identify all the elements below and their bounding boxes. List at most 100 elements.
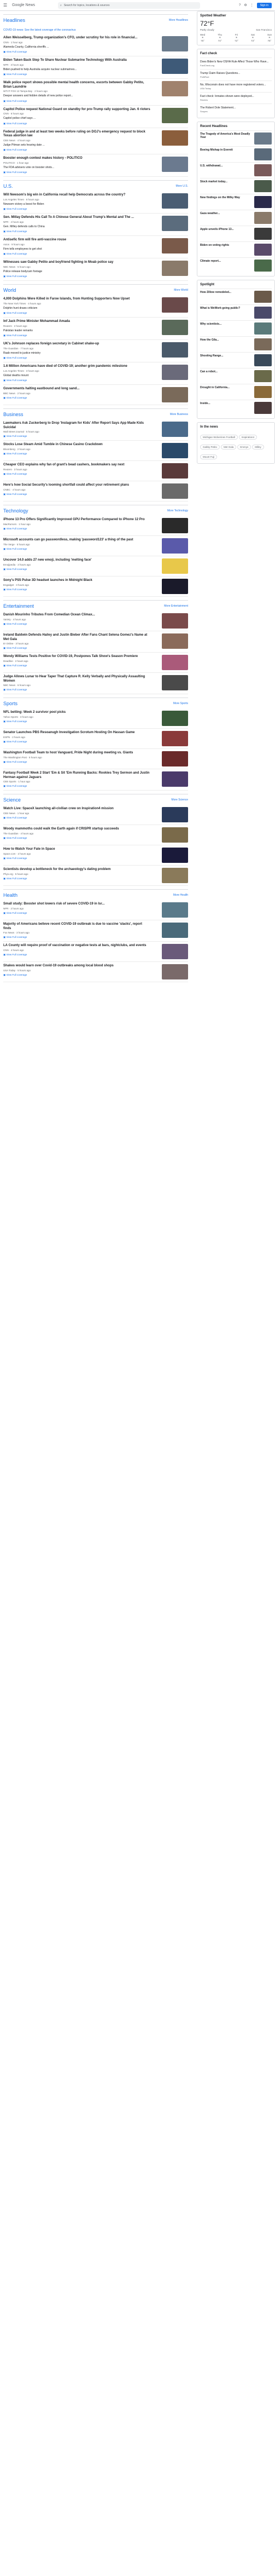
- spotlight-item[interactable]: Why scientists...: [200, 320, 272, 336]
- article-thumbnail[interactable]: [162, 613, 188, 629]
- side-thumbnail[interactable]: [254, 132, 272, 145]
- article[interactable]: Majority of Americans believe recent COV…: [3, 923, 188, 939]
- recent-headlines-item[interactable]: Apple unveils iPhone 13...: [200, 226, 272, 241]
- related-article[interactable]: Dolphin hunt draws criticism: [3, 307, 151, 310]
- article-thumbnail[interactable]: [162, 711, 188, 726]
- spotlight-item[interactable]: Can a robot...: [200, 368, 272, 384]
- related-article[interactable]: Raab moved to justice ministry: [3, 351, 151, 355]
- article-thumbnail[interactable]: [162, 807, 188, 822]
- full-coverage-link[interactable]: ▣ View Full coverage: [3, 760, 151, 764]
- related-article[interactable]: Biden pushed to help Australia acquire n…: [3, 68, 151, 72]
- fact-headline[interactable]: The Robert Dole Statement...: [200, 106, 272, 110]
- full-coverage-link[interactable]: ▣ View Full coverage: [3, 837, 151, 840]
- article[interactable]: Biden Taken Back Step To Share Nuclear S…: [3, 59, 188, 76]
- side-thumbnail[interactable]: [254, 244, 272, 256]
- related-article[interactable]: The FDA advisers vote on booster shots..…: [3, 166, 151, 170]
- article-thumbnail[interactable]: [162, 558, 188, 574]
- article-thumbnail[interactable]: [162, 633, 188, 649]
- fact-check-item[interactable]: Does Biden's New OSHA Rule Affect Those …: [200, 57, 272, 69]
- topic-chip[interactable]: Inspiration4: [238, 435, 257, 440]
- article-headline[interactable]: Fantasy Football Week 2 Start 'Em & Sit …: [3, 771, 151, 780]
- more-link[interactable]: More Science: [171, 798, 188, 802]
- side-thumbnail[interactable]: [254, 338, 272, 350]
- side-headline[interactable]: Apple unveils iPhone 13...: [200, 228, 252, 240]
- full-coverage-link[interactable]: ▣ View Full coverage: [3, 356, 151, 360]
- related-article[interactable]: Pakistan leader remarks: [3, 329, 151, 333]
- section-title[interactable]: Sports: [3, 701, 17, 706]
- article-headline[interactable]: LA County will require proof of vaccinat…: [3, 944, 151, 948]
- recent-headlines-item[interactable]: Stock market today...: [200, 178, 272, 194]
- article[interactable]: Ireland Baldwin Defends Hailey and Justi…: [3, 633, 188, 650]
- section-title[interactable]: Headlines: [3, 18, 25, 23]
- side-thumbnail[interactable]: [254, 148, 272, 160]
- article[interactable]: 4,000 Dolphins Were Killed in Faroe Isla…: [3, 297, 188, 315]
- related-article[interactable]: Global deaths mount: [3, 374, 151, 378]
- more-link[interactable]: More U.S.: [175, 185, 188, 188]
- article-headline[interactable]: Shakes would learn over Covid-19 outbrea…: [3, 964, 151, 969]
- side-thumbnail[interactable]: [254, 228, 272, 240]
- article-headline[interactable]: NFL betting: Week 2 survivor pool picks: [3, 711, 151, 715]
- spotlight-item[interactable]: How Zillow remodeled...: [200, 289, 272, 304]
- full-coverage-link[interactable]: ▣ View Full coverage: [3, 275, 151, 278]
- full-coverage-link[interactable]: ▣ View Full coverage: [3, 73, 151, 76]
- article[interactable]: Stocks Lose Steam Amid Tumble in Chinese…: [3, 443, 188, 458]
- related-article[interactable]: Newsom victory a boost for Biden: [3, 203, 151, 206]
- full-coverage-link[interactable]: ▣ View Full coverage: [3, 857, 151, 860]
- article-headline[interactable]: Inf Jack Prime Minister Mohammad Amada: [3, 320, 151, 324]
- spotlight-item[interactable]: Shooting Range...: [200, 352, 272, 368]
- topic-chip[interactable]: Gabby Petito: [200, 445, 220, 449]
- article-headline[interactable]: Washington Football Team to host Vanguar…: [3, 751, 151, 756]
- fact-headline[interactable]: Trump Claim Raises Questions...: [200, 72, 272, 75]
- topic-chip[interactable]: Michigan Wolverines Football: [200, 435, 238, 440]
- article-thumbnail[interactable]: [162, 107, 188, 123]
- article[interactable]: Will Newsom's big win in California reca…: [3, 193, 188, 211]
- fact-headline[interactable]: Fact check: Inmates shown were deployed.…: [200, 95, 272, 98]
- full-coverage-link[interactable]: ▣ View Full coverage: [3, 953, 151, 956]
- article-thumbnail[interactable]: [162, 422, 188, 437]
- more-link[interactable]: More World: [174, 289, 188, 292]
- full-coverage-link[interactable]: ▣ View Full coverage: [3, 647, 151, 650]
- article[interactable]: How to Watch Your Fate in Space Space.com…: [3, 848, 188, 863]
- recent-headlines-item[interactable]: Gaza weather...: [200, 210, 272, 226]
- article-thumbnail[interactable]: [162, 538, 188, 554]
- article-headline[interactable]: Sen. Mitlay Defends His Call To A Chines…: [3, 216, 151, 220]
- article[interactable]: Antisefic firm will fire anti-vaccine ro…: [3, 238, 188, 256]
- side-headline[interactable]: Boeing Mishap in Everett: [200, 148, 252, 160]
- full-coverage-link[interactable]: ▣ View Full coverage: [3, 816, 151, 820]
- article-thumbnail[interactable]: [162, 902, 188, 918]
- section-title[interactable]: Health: [3, 892, 17, 898]
- related-article[interactable]: Alameda County, California sheriffs ...: [3, 45, 151, 49]
- fact-check-item[interactable]: No, Wisconsin does not have more registe…: [200, 80, 272, 92]
- article-headline[interactable]: Ireland Baldwin Defends Hailey and Justi…: [3, 633, 151, 642]
- fact-headline[interactable]: No, Wisconsin does not have more registe…: [200, 83, 272, 87]
- article[interactable]: Small study: Booster shot lowers risk of…: [3, 902, 188, 918]
- article-headline[interactable]: Governments halting eastbound and long s…: [3, 387, 151, 391]
- google-news-logo[interactable]: Google News: [12, 3, 47, 7]
- side-headline[interactable]: U.S. withdrawal...: [200, 164, 252, 176]
- side-thumbnail[interactable]: [254, 354, 272, 366]
- article-thumbnail[interactable]: [162, 157, 188, 172]
- topic-chip[interactable]: Mount Fuji: [200, 454, 218, 459]
- article[interactable]: Fantasy Football Week 2 Start 'Em & Sit …: [3, 771, 188, 788]
- article-headline[interactable]: Cheaper CEO explains why fan of grant's …: [3, 463, 151, 468]
- side-headline[interactable]: Drought in California...: [200, 386, 252, 398]
- section-title[interactable]: Technology: [3, 508, 28, 514]
- article[interactable]: NFL betting: Week 2 survivor pool picks Y…: [3, 711, 188, 726]
- article-headline[interactable]: 4,000 Dolphins Were Killed in Faroe Isla…: [3, 297, 151, 302]
- article-thumbnail[interactable]: [162, 964, 188, 979]
- article[interactable]: Sony's PS5 Pulse 3D headset launches in …: [3, 579, 188, 594]
- article-headline[interactable]: How to Watch Your Fate in Space: [3, 848, 151, 852]
- article-thumbnail[interactable]: [162, 827, 188, 843]
- recent-headlines-item[interactable]: Biden on voting rights: [200, 241, 272, 257]
- article-headline[interactable]: Danish Mourinho Tributes From Comedian O…: [3, 613, 151, 618]
- side-headline[interactable]: How the Gila...: [200, 338, 252, 350]
- full-coverage-link[interactable]: ▣ View Full coverage: [3, 527, 151, 531]
- article-thumbnail[interactable]: [162, 443, 188, 458]
- full-coverage-link[interactable]: ▣ View Full coverage: [3, 740, 151, 744]
- article[interactable]: Here's how Social Security's looming sho…: [3, 483, 188, 499]
- full-coverage-link[interactable]: ▣ View Full coverage: [3, 720, 151, 723]
- side-headline[interactable]: Why scientists...: [200, 322, 252, 335]
- article-thumbnail[interactable]: [162, 944, 188, 959]
- full-coverage-link[interactable]: ▣ View Full coverage: [3, 312, 151, 315]
- article-thumbnail[interactable]: [162, 579, 188, 594]
